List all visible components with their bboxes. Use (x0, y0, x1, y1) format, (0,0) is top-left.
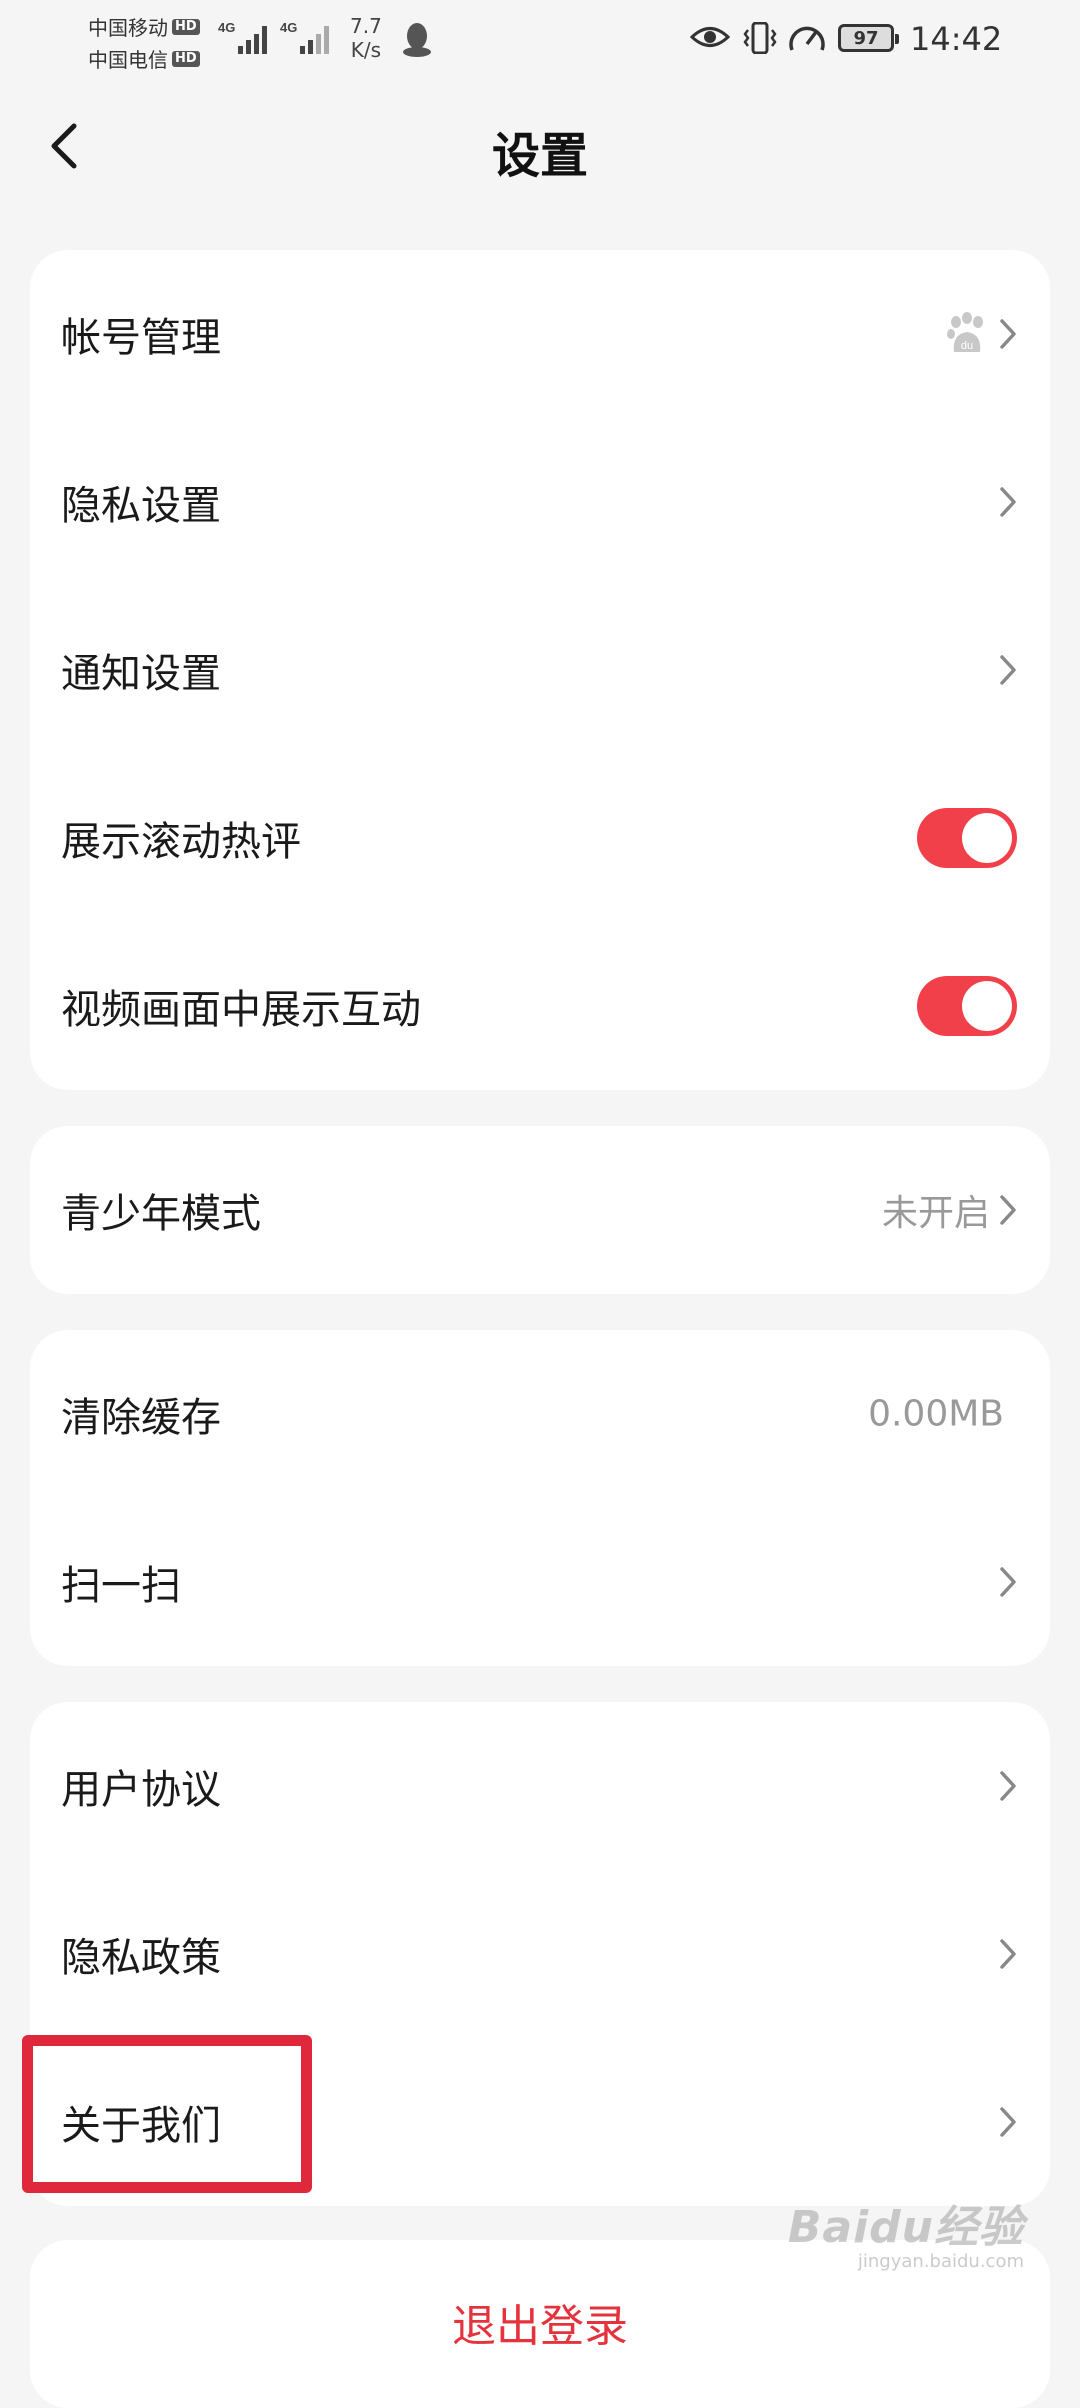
privacy-settings-label: 隐私设置 (61, 483, 221, 529)
privacy-policy-row[interactable]: 隐私政策 (30, 1870, 1050, 2038)
status-time: 14:42 (910, 20, 1003, 58)
network-speed-unit: K/s (350, 38, 382, 62)
network-speed: 7.7 K/s (350, 14, 382, 62)
youth-mode-row[interactable]: 青少年模式 未开启 (30, 1126, 1050, 1294)
toggle-knob (962, 813, 1012, 863)
hd-badge-1: HD (172, 18, 200, 35)
carrier-1-name: 中国移动 (88, 16, 168, 40)
settings-group-about: 用户协议 隐私政策 关于我们 (30, 1702, 1050, 2206)
account-management-row[interactable]: 帐号管理 du (30, 250, 1050, 418)
toggle-knob (962, 981, 1012, 1031)
chevron-right-icon (1000, 1195, 1016, 1225)
video-interaction-row: 视频画面中展示互动 (30, 922, 1050, 1090)
battery-level: 97 (853, 27, 879, 49)
about-us-label: 关于我们 (61, 2103, 221, 2149)
carrier-2: 中国电信 HD (88, 44, 200, 73)
about-us-row[interactable]: 关于我们 (30, 2038, 1050, 2206)
scrolling-comments-label: 展示滚动热评 (61, 819, 301, 865)
qq-penguin-icon (403, 23, 431, 57)
video-interaction-toggle[interactable] (917, 976, 1017, 1036)
battery-indicator: 97 (838, 24, 899, 52)
page-title: 设置 (491, 128, 588, 184)
video-interaction-label: 视频画面中展示互动 (61, 987, 421, 1033)
privacy-policy-label: 隐私政策 (61, 1935, 221, 1981)
settings-group-youth: 青少年模式 未开启 (30, 1126, 1050, 1294)
chevron-right-icon (1000, 1939, 1016, 1969)
notification-settings-row[interactable]: 通知设置 (30, 586, 1050, 754)
clear-cache-row[interactable]: 清除缓存 0.00MB (30, 1330, 1050, 1498)
page-header: 设置 (0, 100, 1080, 200)
chevron-right-icon (1000, 1567, 1016, 1597)
scan-label: 扫一扫 (61, 1563, 181, 1609)
logout-button[interactable]: 退出登录 (30, 2240, 1050, 2408)
youth-mode-status: 未开启 (881, 1193, 990, 1234)
network-speed-value: 7.7 (350, 14, 382, 38)
signal-strength-icon-1: 4G (218, 20, 267, 54)
svg-text:du: du (961, 340, 973, 352)
scrolling-comments-row: 展示滚动热评 (30, 754, 1050, 922)
settings-group-tools: 清除缓存 0.00MB 扫一扫 (30, 1330, 1050, 1666)
network-label-2: 4G (280, 20, 297, 35)
hd-badge-2: HD (172, 50, 200, 67)
chevron-right-icon (1000, 319, 1016, 349)
chevron-right-icon (1000, 487, 1016, 517)
settings-group-general: 帐号管理 du 隐私设置 通知设置 展示滚动热评 视频画面中展示互动 (30, 250, 1050, 1090)
chevron-right-icon (1000, 655, 1016, 685)
status-bar: 中国移动 HD 中国电信 HD 4G 4G 7.7 K/s 97 14:42 (0, 0, 1080, 80)
chevron-right-icon (1000, 2107, 1016, 2137)
baidu-paw-icon: du (947, 312, 983, 352)
youth-mode-label: 青少年模式 (61, 1191, 261, 1237)
network-label-1: 4G (218, 20, 235, 35)
user-agreement-label: 用户协议 (61, 1767, 221, 1813)
eye-icon (690, 27, 730, 47)
vibrate-icon (743, 22, 777, 54)
speedometer-icon (789, 26, 825, 51)
user-agreement-row[interactable]: 用户协议 (30, 1702, 1050, 1870)
account-management-label: 帐号管理 (61, 315, 221, 361)
logout-label: 退出登录 (452, 2301, 628, 2352)
chevron-right-icon (1000, 1771, 1016, 1801)
privacy-settings-row[interactable]: 隐私设置 (30, 418, 1050, 586)
carrier-2-name: 中国电信 (88, 48, 168, 72)
cache-size-value: 0.00MB (868, 1393, 1004, 1435)
notification-settings-label: 通知设置 (61, 651, 221, 697)
signal-strength-icon-2: 4G (280, 20, 329, 54)
carrier-1: 中国移动 HD (88, 12, 200, 41)
clear-cache-label: 清除缓存 (61, 1395, 221, 1441)
scrolling-comments-toggle[interactable] (917, 808, 1017, 868)
scan-row[interactable]: 扫一扫 (30, 1498, 1050, 1666)
